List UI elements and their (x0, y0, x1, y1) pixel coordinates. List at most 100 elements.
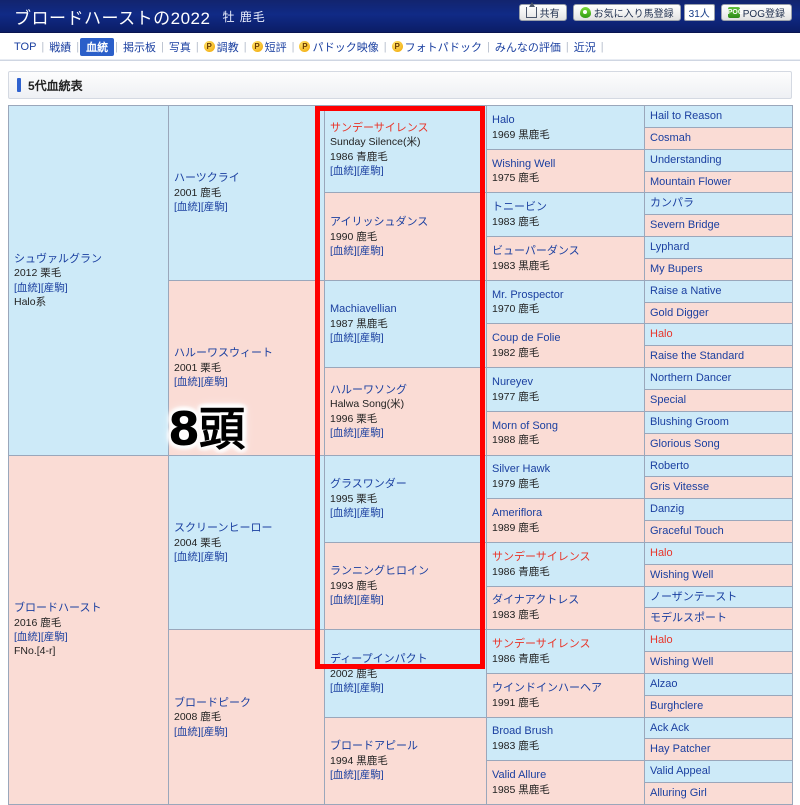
pedigree-cell-gen5[interactable]: Graceful Touch (644, 520, 793, 543)
pedigree-cell-gen3[interactable]: ディープインパクト 2002 鹿毛 [血統][産駒] (324, 629, 487, 718)
pedigree-cell-gen2[interactable]: ハーツクライ 2001 鹿毛 [血統][産駒] (168, 105, 325, 281)
horse-name-link[interactable]: Severn Bridge (650, 218, 787, 233)
pedigree-cell-gen5[interactable]: Valid Appeal (644, 760, 793, 784)
horse-name-link[interactable]: Halo (492, 113, 639, 128)
pedigree-cell-gen4[interactable]: Coup de Folie 1982 鹿毛 (486, 323, 645, 369)
pedigree-cell-gen4[interactable]: Ameriflora 1989 鹿毛 (486, 498, 645, 543)
pedigree-offspring-links[interactable]: [血統][産駒] (330, 244, 481, 258)
pedigree-cell-gen5[interactable]: Severn Bridge (644, 214, 793, 238)
tab-6[interactable]: P 調教 (200, 39, 243, 55)
horse-name-link[interactable]: Wishing Well (650, 655, 787, 670)
pedigree-cell-gen4[interactable]: Halo 1969 黒鹿毛 (486, 105, 645, 150)
horse-name-link[interactable]: Raise the Standard (650, 349, 787, 364)
pedigree-offspring-links[interactable]: [血統][産駒] (174, 200, 319, 214)
pedigree-cell-gen5[interactable]: Lyphard (644, 236, 793, 259)
pedigree-cell-gen5[interactable]: Raise the Standard (644, 345, 793, 369)
horse-name-link[interactable]: スクリーンヒーロー (174, 521, 319, 536)
horse-name-link[interactable]: Ameriflora (492, 506, 639, 521)
pedigree-cell-gen4[interactable]: サンデーサイレンス 1986 青鹿毛 (486, 541, 645, 587)
pedigree-cell-gen2[interactable]: ブロードピーク 2008 鹿毛 [血統][産駒] (168, 629, 325, 805)
tab-9[interactable]: P フォトパドック (388, 39, 486, 55)
pedigree-cell-gen1[interactable]: ブロードハースト 2016 鹿毛 [血統][産駒] FNo.[4-r] (8, 454, 169, 805)
horse-name-link[interactable]: グラスワンダー (330, 477, 481, 492)
horse-name-link[interactable]: Burghclere (650, 699, 787, 714)
horse-name-link[interactable]: ハルーワスウィート (174, 346, 319, 361)
pedigree-offspring-links[interactable]: [血統][産駒] (174, 550, 319, 564)
horse-name-link[interactable]: Northern Dancer (650, 371, 787, 386)
horse-name-link[interactable]: カンパラ (650, 196, 787, 211)
tab-11[interactable]: 近況 (570, 39, 600, 55)
horse-name-link[interactable]: Nureyev (492, 375, 639, 390)
pedigree-cell-gen3[interactable]: サンデーサイレンス Sunday Silence(米) 1986 青鹿毛 [血統][産… (324, 104, 487, 194)
tab-5[interactable]: 写真 (165, 39, 195, 55)
horse-name-link[interactable]: Understanding (650, 153, 787, 168)
horse-name-link[interactable]: ハーツクライ (174, 171, 319, 186)
horse-name-link[interactable]: モデルスポート (650, 611, 787, 626)
pedigree-cell-gen4[interactable]: Silver Hawk 1979 鹿毛 (486, 454, 645, 500)
pedigree-cell-gen5[interactable]: Alluring Girl (644, 782, 793, 805)
pedigree-cell-gen5[interactable]: My Bupers (644, 257, 793, 281)
pedigree-cell-gen5[interactable]: モデルスポート (644, 607, 793, 631)
pedigree-cell-gen4[interactable]: ビューパーダンス 1983 黒鹿毛 (486, 236, 645, 281)
horse-name-link[interactable]: Alluring Girl (650, 786, 787, 801)
horse-name-link[interactable]: Gold Digger (650, 306, 787, 321)
tab-2[interactable]: 戦績 (45, 39, 75, 55)
pedigree-cell-gen5[interactable]: Hail to Reason (644, 105, 793, 128)
horse-name-link[interactable]: Graceful Touch (650, 524, 787, 539)
horse-name-link[interactable]: Roberto (650, 459, 787, 474)
pedigree-cell-gen5[interactable]: Special (644, 388, 793, 412)
horse-name-link[interactable]: ブロードハースト (14, 601, 163, 616)
pedigree-cell-gen1[interactable]: シュヴァルグラン 2012 栗毛 [血統][産駒] Halo系 (8, 105, 169, 456)
pedigree-cell-gen4[interactable]: Valid Allure 1985 黒鹿毛 (486, 760, 645, 805)
pedigree-cell-gen5[interactable]: Burghclere (644, 694, 793, 718)
pedigree-cell-gen4[interactable]: Wishing Well 1975 鹿毛 (486, 148, 645, 194)
horse-name-link[interactable]: ランニングヒロイン (330, 564, 481, 579)
horse-name-link[interactable]: Wishing Well (650, 568, 787, 583)
horse-name-link[interactable]: トニービン (492, 200, 639, 215)
horse-name-link[interactable]: Cosmah (650, 131, 787, 146)
horse-name-link[interactable]: サンデーサイレンス (330, 121, 481, 136)
horse-name-link[interactable]: Valid Appeal (650, 764, 787, 779)
pedigree-cell-gen4[interactable]: トニービン 1983 鹿毛 (486, 192, 645, 238)
tab-1[interactable]: TOP (10, 41, 40, 53)
pedigree-cell-gen5[interactable]: Roberto (644, 454, 793, 478)
pedigree-cell-gen5[interactable]: Wishing Well (644, 651, 793, 674)
pedigree-cell-gen5[interactable]: Gold Digger (644, 301, 793, 325)
horse-name-link[interactable]: Glorious Song (650, 437, 787, 452)
pedigree-cell-gen3[interactable]: グラスワンダー 1995 栗毛 [血統][産駒] (324, 454, 487, 543)
horse-name-link[interactable]: Machiavellian (330, 302, 481, 317)
pedigree-offspring-links[interactable]: [血統][産駒] (330, 768, 481, 782)
pedigree-cell-gen5[interactable]: Mountain Flower (644, 170, 793, 194)
tab-7[interactable]: P 短評 (248, 39, 291, 55)
horse-name-link[interactable]: Alzao (650, 677, 787, 692)
horse-name-link[interactable]: ウインドインハーヘア (492, 681, 639, 696)
pedigree-cell-gen5[interactable]: カンパラ (644, 192, 793, 216)
horse-name-link[interactable]: Ack Ack (650, 721, 787, 736)
pedigree-cell-gen5[interactable]: Halo (644, 541, 793, 565)
pedigree-cell-gen5[interactable]: Northern Dancer (644, 367, 793, 390)
horse-name-link[interactable]: Gris Vitesse (650, 480, 787, 495)
pedigree-offspring-links[interactable]: [血統][産駒] (330, 593, 481, 607)
horse-name-link[interactable]: ブロードピーク (174, 696, 319, 711)
favorite-register-button[interactable]: お気に入り馬登録 (572, 4, 681, 21)
pedigree-cell-gen4[interactable]: Mr. Prospector 1970 鹿毛 (486, 279, 645, 325)
pedigree-cell-gen5[interactable]: Cosmah (644, 126, 793, 150)
horse-name-link[interactable]: ノーザンテースト (650, 590, 787, 605)
pedigree-cell-gen5[interactable]: Alzao (644, 672, 793, 696)
horse-name-link[interactable]: Mr. Prospector (492, 288, 639, 303)
pedigree-cell-gen5[interactable]: Halo (644, 323, 793, 347)
pedigree-cell-gen5[interactable]: Danzig (644, 498, 793, 522)
tab-4[interactable]: 掲示板 (119, 39, 160, 55)
pedigree-cell-gen3[interactable]: ランニングヒロイン 1993 鹿毛 [血統][産駒] (324, 541, 487, 631)
horse-name-link[interactable]: Blushing Groom (650, 415, 787, 430)
pedigree-cell-gen4[interactable]: ダイナアクトレス 1983 鹿毛 (486, 585, 645, 631)
horse-name-link[interactable]: ハルーワソング (330, 383, 481, 398)
horse-name-link[interactable]: Broad Brush (492, 724, 639, 739)
pedigree-cell-gen3[interactable]: アイリッシュダンス 1990 鹿毛 [血統][産駒] (324, 192, 487, 281)
horse-name-link[interactable]: アイリッシュダンス (330, 215, 481, 230)
pedigree-cell-gen5[interactable]: ノーザンテースト (644, 585, 793, 609)
pedigree-offspring-links[interactable]: [血統][産駒] (174, 725, 319, 739)
share-button[interactable]: 共有 (518, 2, 567, 21)
pedigree-cell-gen3[interactable]: ブロードアピール 1994 黒鹿毛 [血統][産駒] (324, 716, 487, 805)
horse-name-link[interactable]: ディープインパクト (330, 652, 481, 667)
